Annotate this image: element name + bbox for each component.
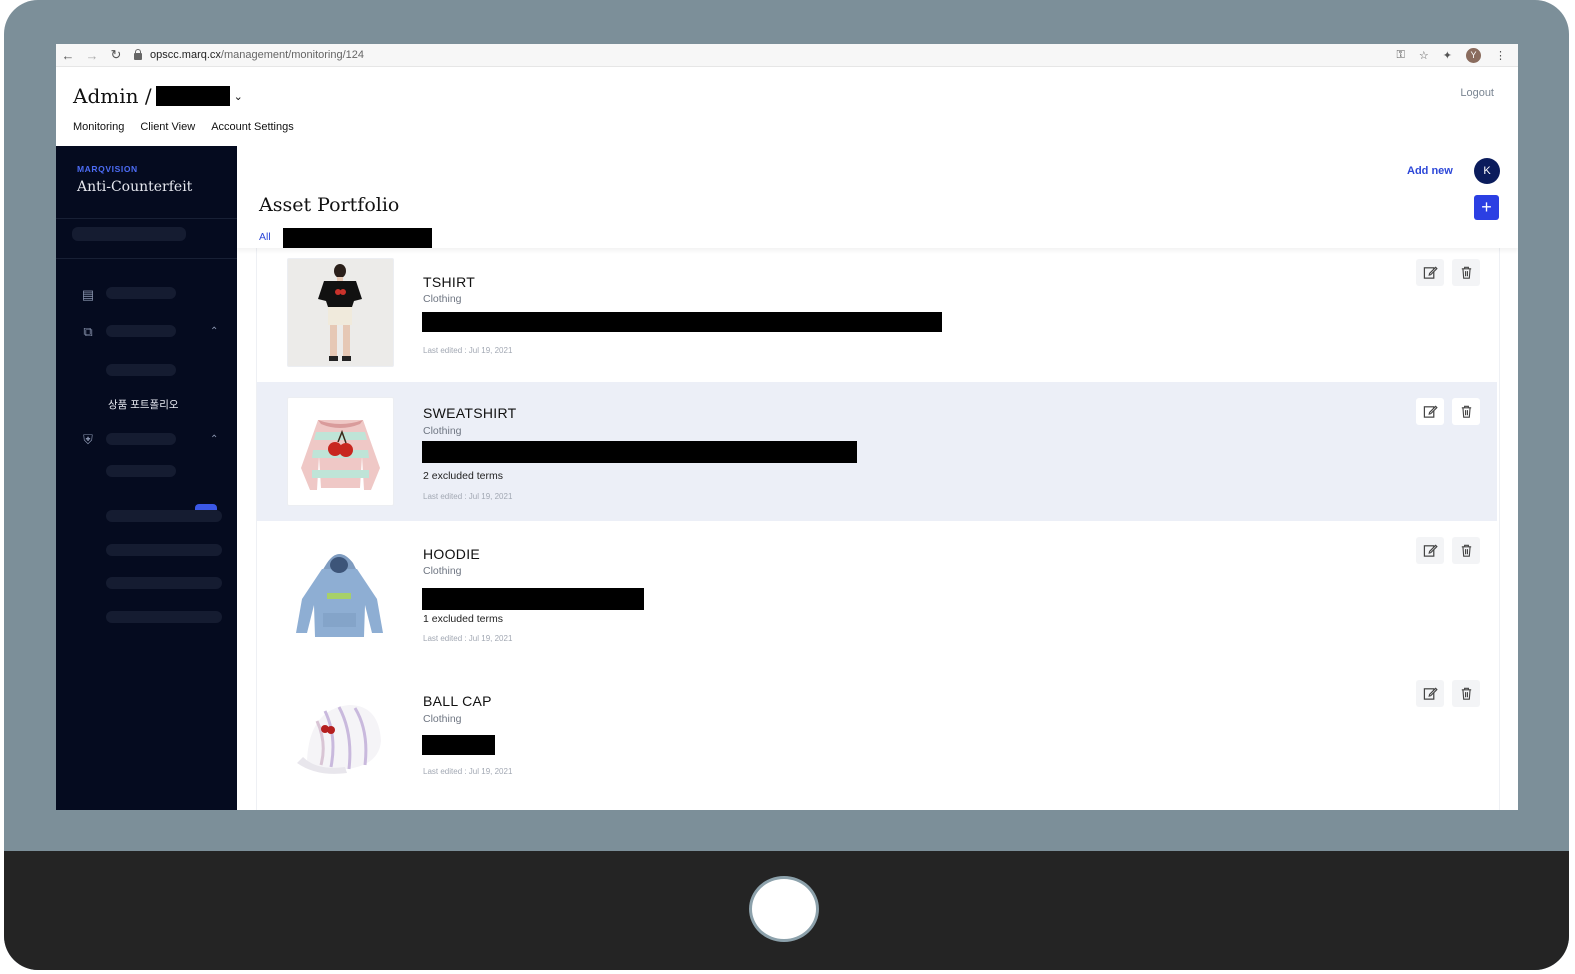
edit-icon[interactable] (1416, 680, 1444, 707)
sidebar-divider (56, 218, 237, 219)
trash-icon[interactable] (1452, 398, 1480, 425)
admin-title: Admin / ⌄ (73, 84, 243, 108)
asset-row[interactable]: TSHIRT Clothing Last edited : Jul 19, 20… (257, 248, 1497, 382)
hoodie-thumbnail (287, 541, 392, 648)
nav-account-settings[interactable]: Account Settings (211, 121, 294, 133)
asset-category: Clothing (423, 713, 462, 725)
trash-icon[interactable] (1452, 259, 1480, 286)
redacted-keywords (422, 588, 644, 610)
user-avatar[interactable]: K (1474, 158, 1500, 184)
trash-icon[interactable] (1452, 537, 1480, 564)
asset-category: Clothing (423, 425, 462, 437)
redacted-client-name (155, 86, 230, 106)
blurred-menu-item[interactable] (106, 287, 176, 299)
blurred-submenu-item[interactable] (106, 544, 222, 556)
reload-icon[interactable]: ↻ (104, 47, 128, 63)
nav-monitoring[interactable]: Monitoring (73, 121, 124, 133)
address-bar[interactable]: opscc.marq.cx/management/monitoring/124 (134, 48, 365, 61)
blurred-menu-item[interactable] (106, 325, 176, 337)
redacted-tab[interactable] (283, 228, 432, 248)
chevron-down-icon[interactable]: ⌄ (234, 90, 243, 103)
blurred-selector[interactable] (72, 227, 186, 241)
blurred-submenu-item[interactable] (106, 510, 222, 522)
asset-row[interactable]: HOODIE Clothing 1 excluded terms Last ed… (257, 521, 1497, 661)
sweatshirt-thumbnail (287, 397, 394, 506)
edit-icon[interactable] (1416, 398, 1444, 425)
tab-all[interactable]: All (259, 231, 271, 243)
edit-icon[interactable] (1416, 537, 1444, 564)
more-menu-icon[interactable]: ⋮ (1495, 49, 1506, 62)
forward-arrow-icon[interactable]: → (80, 48, 104, 63)
portfolio-header: Add new K Asset Portfolio + All (237, 146, 1518, 248)
chart-icon: ▤ (81, 287, 95, 302)
asset-row[interactable]: SWEATSHIRT Clothing 2 excluded terms Las… (257, 382, 1497, 521)
documents-icon: ⧉ (83, 324, 93, 339)
shield-icon: ⛨ (83, 432, 93, 447)
asset-name: TSHIRT (423, 274, 476, 290)
back-arrow-icon[interactable]: ← (56, 48, 80, 63)
sidebar-divider (56, 258, 237, 259)
ball-cap-thumbnail (287, 681, 392, 788)
url-path: /management/monitoring/124 (220, 49, 365, 61)
asset-name: SWEATSHIRT (423, 405, 517, 421)
asset-list: TSHIRT Clothing Last edited : Jul 19, 20… (256, 248, 1500, 810)
page-title: Asset Portfolio (259, 194, 400, 216)
blurred-submenu-item[interactable] (106, 611, 222, 623)
chevron-up-icon[interactable]: ⌃ (210, 326, 218, 337)
logout-link[interactable]: Logout (1460, 87, 1494, 99)
blurred-submenu-item[interactable] (106, 364, 176, 376)
redacted-keywords (422, 735, 495, 755)
blurred-submenu-item[interactable] (106, 465, 176, 477)
asset-category: Clothing (423, 565, 462, 577)
excluded-terms[interactable]: 1 excluded terms (423, 613, 503, 625)
add-new-link[interactable]: Add new (1407, 165, 1453, 177)
edit-icon[interactable] (1416, 259, 1444, 286)
browser-toolbar: ← → ↻ opscc.marq.cx/management/monitorin… (56, 44, 1518, 67)
url-host: opscc.marq.cx (150, 49, 221, 61)
top-nav: Monitoring Client View Account Settings (73, 121, 294, 133)
last-edited: Last edited : Jul 19, 2021 (423, 492, 513, 501)
browser-screen: ← → ↻ opscc.marq.cx/management/monitorin… (56, 44, 1518, 810)
key-icon[interactable]: ⚿ (1397, 49, 1405, 62)
lock-icon (134, 48, 142, 60)
trash-icon[interactable] (1452, 680, 1480, 707)
blurred-submenu-item[interactable] (106, 577, 222, 589)
redacted-keywords (422, 441, 857, 463)
home-button[interactable] (749, 876, 819, 942)
asset-name: BALL CAP (423, 693, 492, 709)
sidebar: MARQVISION Anti-Counterfeit ▤ ⧉ ⌃ 상품 포트폴… (56, 146, 237, 810)
excluded-terms[interactable]: 2 excluded terms (423, 470, 503, 482)
brand-title: Anti-Counterfeit (77, 179, 193, 195)
chevron-up-icon[interactable]: ⌃ (210, 434, 218, 445)
last-edited: Last edited : Jul 19, 2021 (423, 767, 513, 776)
sidebar-item-product-portfolio[interactable]: 상품 포트폴리오 (108, 397, 179, 412)
add-asset-button[interactable]: + (1474, 195, 1499, 220)
profile-avatar[interactable]: Y (1466, 47, 1481, 63)
asset-name: HOODIE (423, 546, 481, 562)
asset-category: Clothing (423, 293, 462, 305)
blurred-menu-item[interactable] (106, 433, 176, 445)
star-icon[interactable]: ☆ (1419, 49, 1429, 62)
brand-small: MARQVISION (77, 164, 138, 174)
redacted-keywords (422, 312, 942, 332)
tshirt-thumbnail (287, 258, 394, 367)
last-edited: Last edited : Jul 19, 2021 (423, 346, 513, 355)
last-edited: Last edited : Jul 19, 2021 (423, 634, 513, 643)
nav-client-view[interactable]: Client View (140, 121, 195, 133)
extensions-icon[interactable]: ✦ (1443, 49, 1452, 62)
admin-label: Admin / (73, 84, 152, 108)
device-frame: ← → ↻ opscc.marq.cx/management/monitorin… (4, 0, 1569, 970)
asset-row[interactable]: BALL CAP Clothing Last edited : Jul 19, … (257, 661, 1497, 810)
